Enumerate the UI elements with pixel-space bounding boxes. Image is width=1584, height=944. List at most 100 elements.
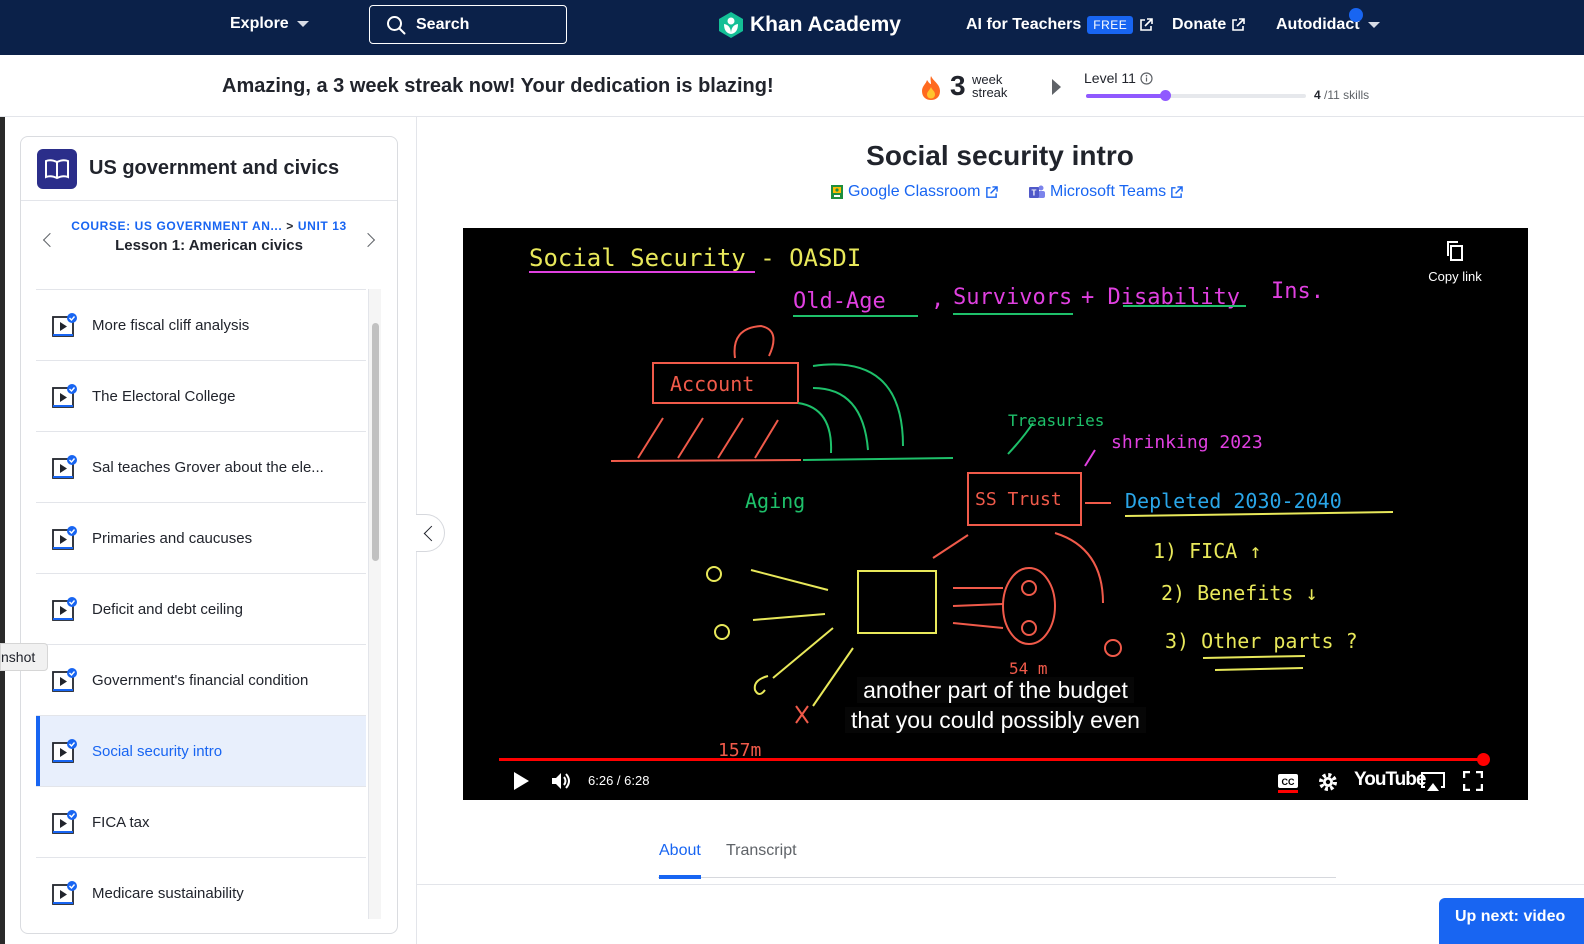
lesson-item-list: More fiscal cliff analysis The Electoral … <box>36 289 366 919</box>
svg-text:,: , <box>931 287 944 312</box>
chevron-down-icon <box>1367 22 1380 28</box>
breadcrumb-separator: > <box>286 219 294 233</box>
caption-line-2: that you could possibly even <box>463 707 1528 734</box>
external-link-icon <box>985 185 998 198</box>
closed-captions-icon[interactable]: CC <box>1277 771 1299 793</box>
list-item-label: Deficit and debt ceiling <box>92 600 243 618</box>
google-classroom-share[interactable]: Google Classroom <box>830 183 998 201</box>
list-item[interactable]: FICA tax <box>36 787 366 858</box>
board-aging: Aging <box>745 489 805 513</box>
ai-for-teachers-link[interactable]: AI for Teachers FREE <box>966 16 1154 34</box>
board-fix-1: 1) FICA ↑ <box>1153 539 1261 563</box>
footer-divider <box>416 884 1584 885</box>
list-item[interactable]: Primaries and caucuses <box>36 503 366 574</box>
svg-text:CC: CC <box>1282 777 1295 787</box>
breadcrumb-unit[interactable]: UNIT 13 <box>298 219 347 233</box>
external-link-icon <box>1171 185 1183 198</box>
list-item[interactable]: Social security intro <box>36 716 366 787</box>
video-scrubber[interactable] <box>1477 753 1491 766</box>
copy-icon <box>1447 241 1463 261</box>
list-item[interactable]: Sal teaches Grover about the ele... <box>36 432 366 503</box>
copy-link-label: Copy link <box>1428 269 1482 284</box>
level-progress-bar <box>1086 90 1306 101</box>
khan-academy-logo[interactable]: Khan Academy <box>718 11 901 39</box>
explore-label: Explore <box>230 15 289 32</box>
board-survivors: Survivors <box>953 285 1072 310</box>
video-check-icon <box>52 739 78 763</box>
tab-transcript[interactable]: Transcript <box>726 842 797 878</box>
video-check-icon <box>52 526 78 550</box>
list-item[interactable]: Deficit and debt ceiling <box>36 574 366 645</box>
settings-gear-icon[interactable] <box>1317 771 1339 793</box>
skills-count: 4 /11 skills <box>1314 88 1369 102</box>
donate-link[interactable]: Donate <box>1172 16 1246 34</box>
list-item-label: Government's financial condition <box>92 671 309 689</box>
notification-dot <box>1349 8 1363 22</box>
volume-icon[interactable] <box>550 771 574 791</box>
board-title: Social Security - OASDI <box>529 244 861 272</box>
lesson-nav: COURSE: US GOVERNMENT AN... > UNIT 13 Less… <box>21 201 397 265</box>
video-check-icon <box>52 597 78 621</box>
video-check-icon <box>52 455 78 479</box>
list-item-label: The Electoral College <box>92 387 236 405</box>
flame-icon <box>922 76 940 100</box>
airplay-icon[interactable] <box>1420 771 1446 793</box>
breadcrumb-course[interactable]: COURSE: US GOVERNMENT AN... <box>71 219 282 233</box>
video-progress-bar[interactable] <box>499 753 1491 766</box>
streak-unit-streak: streak <box>972 85 1008 100</box>
list-item-label: Medicare sustainability <box>92 884 244 902</box>
donate-label: Donate <box>1172 16 1227 33</box>
list-item-label: Sal teaches Grover about the ele... <box>92 458 324 476</box>
tooltip: nshot <box>0 643 49 671</box>
board-account: Account <box>670 372 754 396</box>
book-icon <box>37 148 77 189</box>
caption-text-1: another part of the budget <box>857 677 1134 703</box>
video-player[interactable]: Social Security - OASDI Old-Age , Surviv… <box>463 228 1528 800</box>
video-check-icon <box>52 668 78 692</box>
caption-line-1: another part of the budget <box>463 677 1528 704</box>
board-old-age: Old-Age <box>793 289 886 314</box>
tab-about[interactable]: About <box>659 842 701 879</box>
level-progress-knob <box>1160 90 1172 101</box>
skills-done: 4 <box>1314 88 1321 102</box>
free-badge: FREE <box>1087 16 1134 34</box>
khan-leaf-icon <box>719 12 743 38</box>
info-icon[interactable] <box>1140 71 1153 85</box>
list-item[interactable]: Medicare sustainability <box>36 858 366 919</box>
sidebar-scrollbar[interactable] <box>368 289 381 919</box>
course-title: US government and civics <box>89 157 340 179</box>
google-classroom-label: Google Classroom <box>848 183 981 200</box>
list-item[interactable]: More fiscal cliff analysis <box>36 290 366 361</box>
external-link-icon <box>1140 18 1154 31</box>
board-ins: Ins. <box>1271 279 1324 304</box>
search-input[interactable]: Search <box>369 5 567 44</box>
level-label-wrap[interactable]: Level 11 <box>1084 70 1153 86</box>
board-fix-3: 3) Other parts ? <box>1165 629 1358 653</box>
collapse-sidebar-button[interactable] <box>416 514 445 552</box>
board-fix-2: 2) Benefits ↓ <box>1161 581 1318 605</box>
lesson-title: Lesson 1: American civics <box>115 237 303 254</box>
course-header[interactable]: US government and civics <box>21 137 397 201</box>
search-icon <box>387 15 406 34</box>
user-menu[interactable]: Autodidact <box>1276 16 1380 34</box>
explore-menu[interactable]: Explore <box>230 15 309 33</box>
breadcrumb: COURSE: US GOVERNMENT AN... > UNIT 13 <box>21 219 397 233</box>
scrollbar-thumb[interactable] <box>372 323 379 561</box>
fullscreen-icon[interactable] <box>1463 771 1483 791</box>
brand-name: Khan Academy <box>750 13 901 36</box>
copy-link-button[interactable]: Copy link <box>1415 240 1495 284</box>
streak-count: 3 <box>950 70 966 101</box>
play-icon[interactable] <box>511 771 531 791</box>
streak-unit: week streak <box>972 73 1007 99</box>
list-item-label: FICA tax <box>92 813 150 831</box>
microsoft-teams-share[interactable]: T Microsoft Teams <box>1028 183 1183 201</box>
svg-text:T: T <box>1032 189 1037 198</box>
microsoft-teams-icon: T <box>1029 185 1045 198</box>
video-check-icon <box>52 313 78 337</box>
list-item[interactable]: Government's financial condition <box>36 645 366 716</box>
up-next-button[interactable]: Up next: video <box>1439 898 1584 944</box>
youtube-logo[interactable]: YouTube <box>1354 769 1426 791</box>
list-item[interactable]: The Electoral College <box>36 361 366 432</box>
list-item-label: Social security intro <box>92 742 223 760</box>
level-label: Level 11 <box>1084 70 1136 86</box>
